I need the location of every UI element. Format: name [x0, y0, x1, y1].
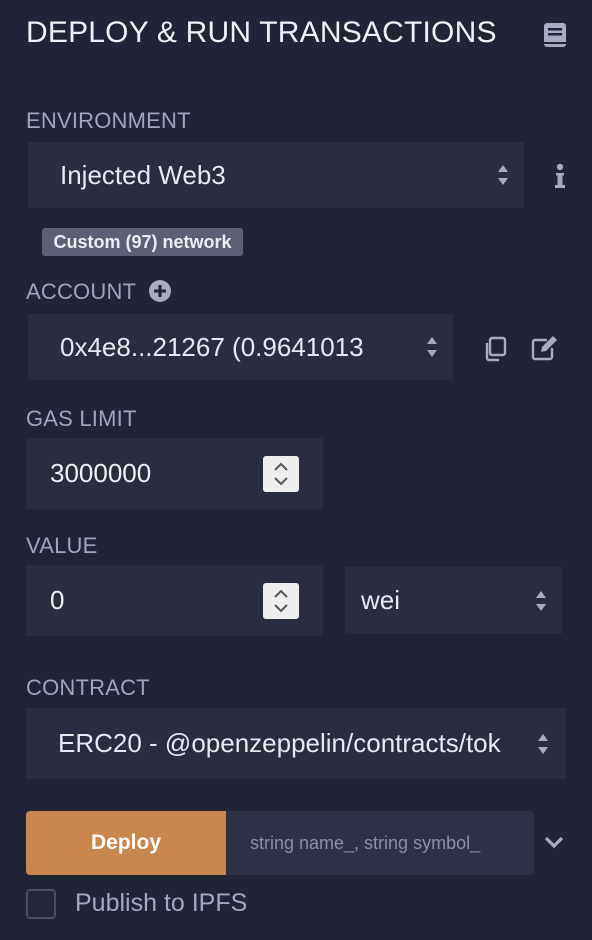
- chevron-down-icon[interactable]: [544, 835, 564, 849]
- contract-label: CONTRACT: [26, 675, 150, 700]
- value-label: VALUE: [26, 533, 98, 558]
- account-selected-value: 0x4e8...21267 (0.9641013: [60, 331, 364, 362]
- publish-ipfs-label: Publish to IPFS: [75, 889, 248, 917]
- plus-circle-icon[interactable]: [149, 280, 171, 302]
- info-icon[interactable]: [553, 163, 567, 189]
- value-unit: wei: [361, 585, 401, 615]
- publish-ipfs-checkbox[interactable]: [26, 889, 56, 919]
- select-arrows-icon: [427, 337, 437, 357]
- value-amount: 0: [50, 585, 65, 615]
- environment-label: ENVIRONMENT: [26, 108, 191, 133]
- edit-icon[interactable]: [531, 335, 559, 361]
- environment-selected-value: Injected Web3: [60, 159, 226, 190]
- gas-limit-label: GAS LIMIT: [26, 406, 137, 431]
- environment-select[interactable]: Injected Web3: [28, 142, 524, 208]
- value-input[interactable]: 0: [26, 565, 323, 636]
- gas-limit-value: 3000000: [50, 458, 152, 488]
- deploy-params-input[interactable]: string name_, string symbol_: [226, 811, 534, 875]
- select-arrows-icon: [536, 590, 546, 611]
- panel-title: DEPLOY & RUN TRANSACTIONS: [26, 16, 497, 49]
- account-label: ACCOUNT: [26, 279, 137, 304]
- account-select[interactable]: 0x4e8...21267 (0.9641013: [28, 314, 453, 380]
- select-arrows-icon: [538, 733, 548, 754]
- value-unit-select[interactable]: wei: [345, 567, 562, 634]
- book-icon[interactable]: [543, 22, 567, 48]
- copy-icon[interactable]: [483, 336, 507, 362]
- value-stepper[interactable]: [263, 582, 299, 619]
- stepper-arrows-icon: [274, 462, 288, 485]
- select-arrows-icon: [498, 165, 508, 185]
- stepper-arrows-icon: [274, 589, 288, 612]
- gas-limit-stepper[interactable]: [263, 455, 299, 492]
- contract-selected-value: ERC20 - @openzeppelin/contracts/tok: [58, 728, 501, 758]
- gas-limit-input[interactable]: 3000000: [26, 438, 323, 509]
- network-badge: Custom (97) network: [42, 228, 243, 256]
- contract-select[interactable]: ERC20 - @openzeppelin/contracts/tok: [26, 708, 566, 779]
- deploy-button[interactable]: Deploy: [26, 811, 226, 875]
